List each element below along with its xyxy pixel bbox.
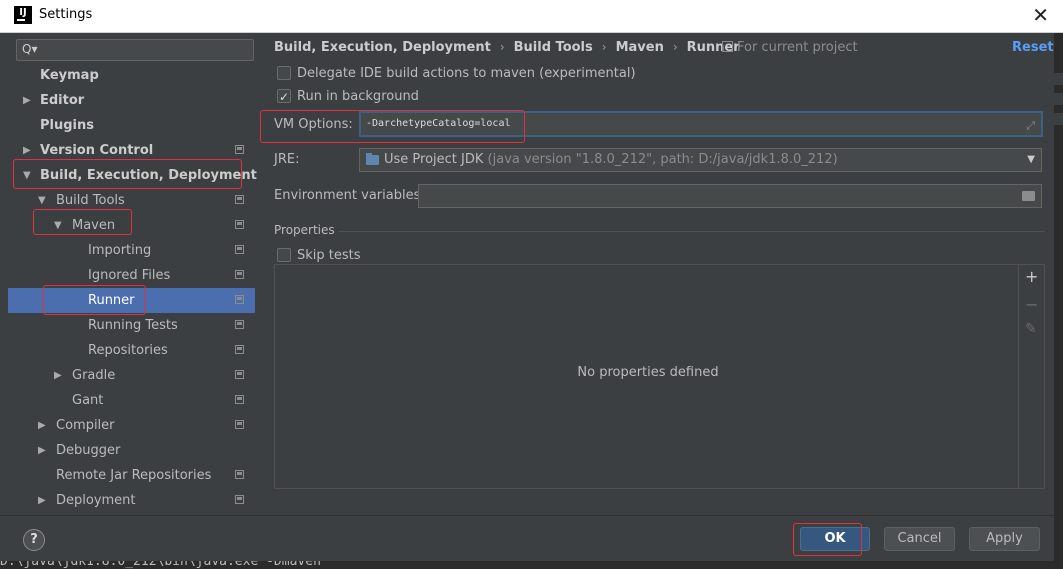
- expand-arrow-icon[interactable]: ▶: [23, 138, 31, 163]
- project-level-icon: [722, 41, 733, 52]
- sidebar-item-gradle[interactable]: ▶ Gradle: [8, 363, 255, 388]
- breadcrumb: Build, Execution, Deployment › Build Tools…: [274, 40, 740, 56]
- for-current-project-note: For current project: [722, 40, 858, 55]
- sidebar-item-build-execution-deployment[interactable]: ▼ Build, Execution, Deployment: [8, 163, 257, 188]
- sidebar-item-debugger[interactable]: ▶ Debugger: [8, 438, 255, 463]
- project-level-icon: [235, 195, 244, 204]
- add-icon[interactable]: +: [1025, 267, 1038, 286]
- help-button[interactable]: ?: [23, 529, 45, 551]
- project-level-icon: [235, 395, 244, 404]
- sidebar-item-plugins[interactable]: Plugins: [8, 113, 255, 138]
- vm-options-input[interactable]: -DarchetypeCatalog=local ⤢: [359, 111, 1043, 137]
- project-level-icon: [235, 495, 244, 504]
- collapse-arrow-icon[interactable]: ▼: [54, 213, 62, 238]
- settings-content: Build, Execution, Deployment › Build Tools…: [264, 33, 1054, 515]
- project-level-icon: [235, 420, 244, 429]
- edit-icon[interactable]: ✎: [1025, 321, 1037, 337]
- properties-table[interactable]: No properties defined + − ✎: [274, 264, 1045, 489]
- jre-select[interactable]: Use Project JDK (java version "1.8.0_212…: [359, 148, 1042, 172]
- expand-arrow-icon[interactable]: ▶: [38, 413, 46, 438]
- breadcrumb-item: Maven: [615, 40, 664, 55]
- vm-options-label: VM Options:: [274, 117, 353, 132]
- expand-arrow-icon[interactable]: ▶: [38, 488, 46, 513]
- project-level-icon: [235, 370, 244, 379]
- project-level-icon: [235, 245, 244, 254]
- chevron-down-icon[interactable]: ▼: [1027, 149, 1035, 171]
- expand-arrow-icon[interactable]: ▶: [23, 88, 31, 113]
- sidebar-item-compiler[interactable]: ▶ Compiler: [8, 413, 255, 438]
- jre-label: JRE:: [274, 152, 300, 167]
- sidebar-item-build-tools[interactable]: ▼ Build Tools: [8, 188, 255, 213]
- sidebar-item-runner[interactable]: Runner: [8, 288, 255, 313]
- expand-arrow-icon[interactable]: ▶: [38, 438, 46, 463]
- sidebar-item-maven[interactable]: ▼ Maven: [8, 213, 255, 238]
- breadcrumb-separator: ›: [601, 40, 607, 54]
- sidebar-item-running-tests[interactable]: Running Tests: [8, 313, 255, 338]
- checkbox-unchecked[interactable]: [277, 66, 291, 80]
- expand-arrow-icon[interactable]: ▶: [54, 363, 62, 388]
- breadcrumb-separator: ›: [499, 40, 505, 54]
- jre-value: Use Project JDK: [384, 152, 484, 167]
- close-icon[interactable]: ✕: [1032, 3, 1049, 27]
- project-level-icon: [235, 295, 244, 304]
- settings-sidebar: Q▾ Keymap ▶ Editor Plugins ▶ Version Con…: [8, 33, 263, 515]
- sidebar-item-ignored-files[interactable]: Ignored Files: [8, 263, 255, 288]
- apply-button[interactable]: Apply: [969, 527, 1040, 551]
- sidebar-item-remote-jar-repositories[interactable]: Remote Jar Repositories: [8, 463, 255, 488]
- project-level-icon: [235, 145, 244, 154]
- properties-header: Properties: [274, 223, 335, 237]
- project-level-icon: [235, 345, 244, 354]
- breadcrumb-item: Build Tools: [513, 40, 593, 55]
- collapse-arrow-icon[interactable]: ▼: [23, 163, 31, 188]
- sidebar-item-importing[interactable]: Importing: [8, 238, 255, 263]
- sidebar-item-repositories[interactable]: Repositories: [8, 338, 255, 363]
- environment-variables-label: Environment variables:: [274, 188, 425, 203]
- project-level-icon: [235, 270, 244, 279]
- collapse-arrow-icon[interactable]: ▼: [38, 188, 46, 213]
- properties-divider: [338, 231, 1045, 232]
- dialog-button-bar: ? OK Cancel Apply: [0, 515, 1054, 562]
- breadcrumb-item: Build, Execution, Deployment: [274, 40, 491, 55]
- properties-toolbar: + − ✎: [1018, 265, 1044, 488]
- breadcrumb-separator: ›: [672, 40, 678, 54]
- cancel-button[interactable]: Cancel: [884, 527, 955, 551]
- browse-folder-icon[interactable]: [1022, 191, 1035, 201]
- settings-search-input[interactable]: Q▾: [16, 39, 254, 61]
- vm-options-value: -DarchetypeCatalog=local: [366, 118, 511, 129]
- sidebar-item-editor[interactable]: ▶ Editor: [8, 88, 255, 113]
- background-editor-strip: [1054, 33, 1063, 569]
- project-level-icon: [235, 470, 244, 479]
- project-level-icon: [235, 320, 244, 329]
- jdk-folder-icon: [366, 153, 379, 165]
- search-icon: Q▾: [22, 42, 38, 56]
- remove-icon[interactable]: −: [1025, 295, 1038, 314]
- reset-link[interactable]: Reset: [1012, 40, 1054, 55]
- intellij-logo-icon: IJ: [14, 6, 32, 24]
- checkbox-unchecked[interactable]: [277, 248, 291, 262]
- window-title: Settings: [39, 7, 93, 22]
- jre-detail: (java version "1.8.0_212", path: D:/java…: [487, 152, 838, 167]
- sidebar-item-deployment[interactable]: ▶ Deployment: [8, 488, 255, 513]
- background-console-text: D:\java\jdk1.8.0_212\bin\java.exe -Dmave…: [0, 561, 1063, 569]
- ok-button[interactable]: OK: [800, 527, 870, 551]
- sidebar-item-version-control[interactable]: ▶ Version Control: [8, 138, 255, 163]
- sidebar-item-keymap[interactable]: Keymap: [8, 63, 255, 88]
- window-titlebar: IJ Settings ✕: [0, 0, 1063, 33]
- environment-variables-input[interactable]: [418, 184, 1042, 208]
- expand-editor-icon[interactable]: ⤢: [1026, 115, 1035, 137]
- checkbox-checked[interactable]: [277, 88, 291, 106]
- project-level-icon: [235, 220, 244, 229]
- sidebar-item-gant[interactable]: Gant: [8, 388, 255, 413]
- empty-properties-text: No properties defined: [577, 365, 719, 380]
